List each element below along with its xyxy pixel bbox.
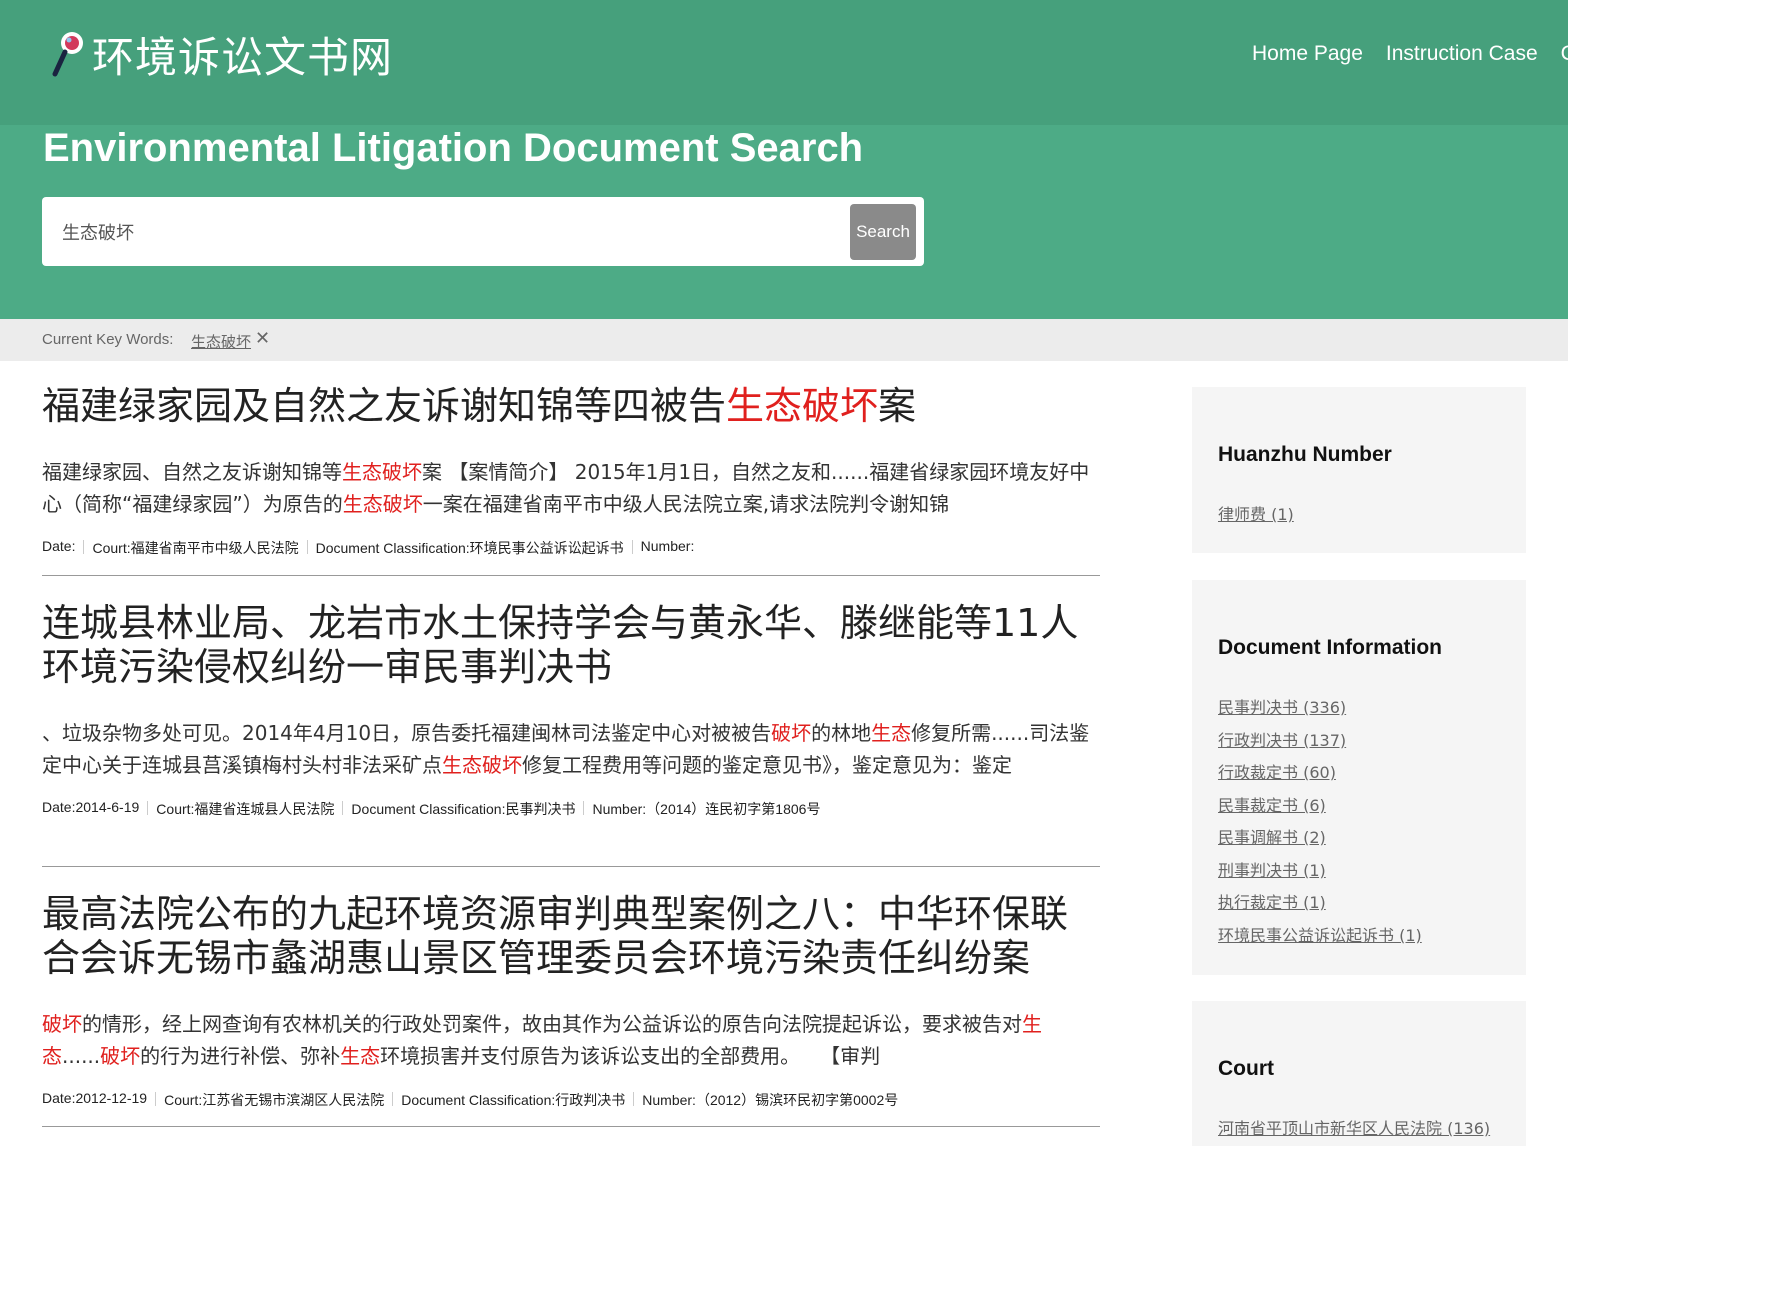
current-keyword-tag[interactable]: 生态破坏: [191, 331, 251, 352]
result-snippet: 福建绿家园、自然之友诉谢知锦等生态破坏案 【案情简介】 2015年1月1日，自然…: [42, 456, 1100, 520]
facet-link[interactable]: 民事裁定书 (6): [1218, 792, 1326, 816]
meta-separator: [633, 1092, 635, 1106]
result-item: 连城县林业局、龙岩市水土保持学会与黄永华、滕继能等11人环境污染侵权纠纷一审民事…: [42, 601, 1100, 867]
keyword-highlight: 生态: [340, 1044, 381, 1068]
nav-item-truncated[interactable]: C: [1561, 42, 1576, 66]
meta-separator: [392, 1092, 394, 1106]
text-segment: ......: [62, 1044, 101, 1068]
text-segment: 福建绿家园及自然之友诉谢知锦等四被告: [42, 384, 727, 428]
facet-link[interactable]: 行政裁定书 (60): [1218, 759, 1336, 783]
facet-title: Court: [1218, 1057, 1274, 1080]
result-item: 最高法院公布的九起环境资源审判典型案例之八：中华环保联合会诉无锡市蠡湖惠山景区管…: [42, 892, 1100, 1127]
result-snippet: 破坏的情形，经上网查询有农林机关的行政处罚案件，故由其作为公益诉讼的原告向法院提…: [42, 1008, 1100, 1072]
search-button[interactable]: Search: [850, 204, 916, 260]
text-segment: 的林地: [811, 721, 872, 745]
facet-link[interactable]: 环境民事公益诉讼起诉书 (1): [1218, 922, 1422, 946]
search-input[interactable]: [42, 197, 842, 266]
site-logo[interactable]: 环境诉讼文书网: [52, 28, 393, 82]
result-divider: [42, 575, 1100, 576]
remove-keyword-icon[interactable]: ✕: [255, 328, 270, 349]
result-court: Court:福建省连城县人民法院: [156, 801, 335, 817]
text-segment: 的情形，经上网查询有农林机关的行政处罚案件，故由其作为公益诉讼的原告向法院提起诉…: [82, 1012, 1022, 1036]
text-segment: 连城县林业局、龙岩市水土保持学会与黄永华、滕继能等11人环境污染侵权纠纷一审民事…: [42, 601, 1079, 689]
result-meta: Date: Court:福建省南平市中级人民法院 Document Classifi…: [42, 538, 1100, 558]
text-segment: 、垃圾杂物多处可见。2014年4月10日，原告委托福建闽林司法鉴定中心对被被告: [42, 721, 772, 745]
result-classification: Document Classification:行政判决书: [401, 1092, 626, 1108]
meta-separator: [147, 801, 149, 815]
facet-panel-huanzhu-number: Huanzhu Number 律师费 (1): [1192, 387, 1526, 553]
text-segment: 修复工程费用等问题的鉴定意见书》，鉴定意见为：鉴定: [522, 753, 1012, 777]
result-court: Court:江苏省无锡市滨湖区人民法院: [164, 1092, 385, 1108]
facet-link[interactable]: 民事判决书 (336): [1218, 694, 1346, 718]
result-meta: Date:2012-12-19 Court:江苏省无锡市滨湖区人民法院 Docume…: [42, 1090, 1100, 1110]
meta-separator: [306, 540, 308, 554]
meta-separator: [631, 540, 633, 554]
result-item: 福建绿家园及自然之友诉谢知锦等四被告生态破坏案 福建绿家园、自然之友诉谢知锦等生…: [42, 384, 1100, 576]
result-title[interactable]: 福建绿家园及自然之友诉谢知锦等四被告生态破坏案: [42, 384, 1100, 428]
top-navbar: 环境诉讼文书网 Home Page Instruction Case C: [0, 0, 1576, 125]
keyword-highlight: 破坏: [100, 1044, 141, 1068]
text-segment: 环境损害并支付原告为该诉讼支出的全部费用。 【审判: [380, 1044, 881, 1068]
result-classification: Document Classification:环境民事公益诉讼起诉书: [315, 540, 624, 556]
keyword-highlight: 破坏: [771, 721, 812, 745]
nav-instruction-case[interactable]: Instruction Case: [1386, 42, 1538, 66]
result-date: Date:2012-12-19: [42, 1090, 148, 1106]
result-title[interactable]: 最高法院公布的九起环境资源审判典型案例之八：中华环保联合会诉无锡市蠡湖惠山景区管…: [42, 892, 1100, 980]
result-title[interactable]: 连城县林业局、龙岩市水土保持学会与黄永华、滕继能等11人环境污染侵权纠纷一审民事…: [42, 601, 1100, 689]
meta-separator: [155, 1092, 157, 1106]
text-segment: 的行为进行补偿、弥补: [140, 1044, 341, 1068]
facet-link[interactable]: 民事调解书 (2): [1218, 824, 1326, 848]
page-title: Environmental Litigation Document Search: [43, 126, 864, 170]
result-divider: [42, 866, 1100, 867]
text-segment: 最高法院公布的九起环境资源审判典型案例之八：中华环保联合会诉无锡市蠡湖惠山景区管…: [42, 892, 1069, 980]
main-nav: Home Page Instruction Case C: [1252, 42, 1599, 66]
result-number: Number:（2014）连民初字第1806号: [592, 801, 821, 817]
text-segment: 案: [878, 384, 917, 428]
facet-link[interactable]: 行政判决书 (137): [1218, 727, 1346, 751]
keyword-highlight: 破坏: [42, 1012, 82, 1036]
meta-separator: [342, 801, 344, 815]
result-classification: Document Classification:民事判决书: [351, 801, 576, 817]
search-hero: Environmental Litigation Document Search…: [0, 125, 1568, 319]
site-logo-text: 环境诉讼文书网: [92, 32, 394, 82]
text-segment: 一案在福建省南平市中级人民法院立案,请求法院判令谢知锦: [422, 492, 950, 516]
result-divider: [42, 1126, 1100, 1127]
result-snippet: 、垃圾杂物多处可见。2014年4月10日，原告委托福建闽林司法鉴定中心对被被告破…: [42, 717, 1100, 781]
current-keywords-label: Current Key Words:: [42, 331, 174, 348]
keyword-highlight: 生态破坏: [442, 753, 522, 777]
keyword-highlight: 生态破坏: [342, 492, 423, 516]
nav-home-page[interactable]: Home Page: [1252, 42, 1363, 66]
result-date: Date:2014-6-19: [42, 799, 140, 815]
meta-separator: [83, 540, 85, 554]
facet-title: Document Information: [1218, 636, 1442, 659]
text-segment: 福建绿家园、自然之友诉谢知锦等: [42, 460, 342, 484]
facet-title: Huanzhu Number: [1218, 443, 1392, 466]
result-number: Number:: [640, 538, 695, 554]
facet-panel-court: Court 河南省平顶山市新华区人民法院 (136): [1192, 1001, 1526, 1146]
result-number: Number:（2012）锡滨环民初字第0002号: [642, 1092, 899, 1108]
facet-panel-document-information: Document Information 民事判决书 (336) 行政判决书 (…: [1192, 580, 1526, 975]
keyword-highlight: 生态破坏: [342, 460, 422, 484]
search-box: Search: [42, 197, 924, 266]
facet-link[interactable]: 执行裁定书 (1): [1218, 889, 1326, 913]
keyword-highlight: 生态: [871, 721, 912, 745]
result-court: Court:福建省南平市中级人民法院: [92, 540, 299, 556]
facet-link[interactable]: 河南省平顶山市新华区人民法院 (136): [1218, 1115, 1490, 1139]
facet-link[interactable]: 刑事判决书 (1): [1218, 857, 1326, 881]
result-date: Date:: [42, 538, 76, 554]
meta-separator: [583, 801, 585, 815]
result-meta: Date:2014-6-19 Court:福建省连城县人民法院 Document C…: [42, 799, 1100, 819]
keyword-highlight: 生态破坏: [726, 384, 879, 428]
magnifier-logo-icon: [52, 30, 86, 78]
facet-link[interactable]: 律师费 (1): [1218, 501, 1294, 525]
current-keywords-bar: Current Key Words: 生态破坏 ✕: [0, 319, 1568, 361]
